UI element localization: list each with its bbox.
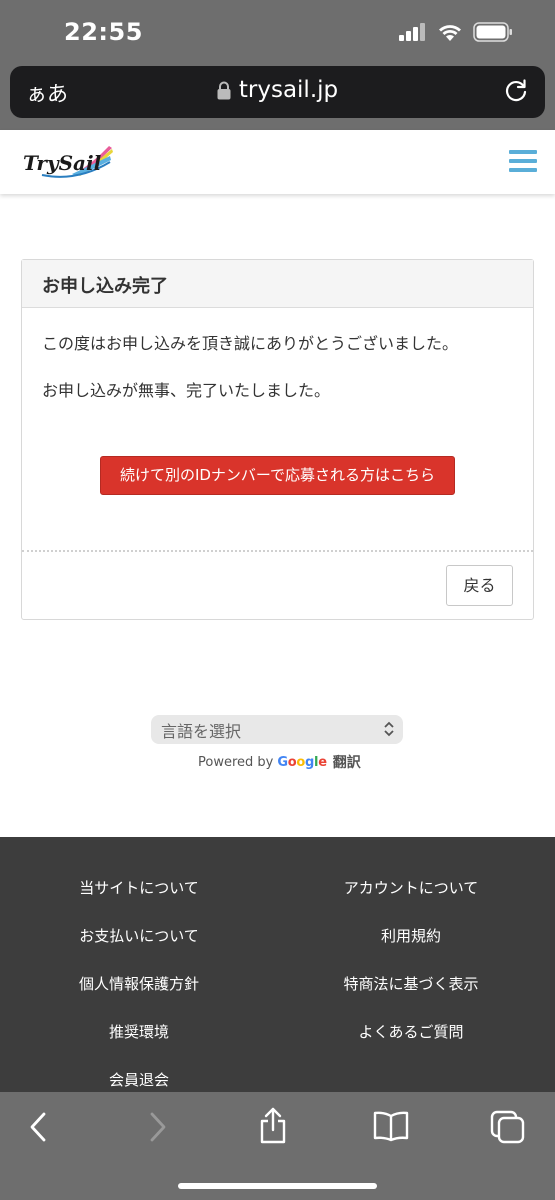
url-address[interactable]: trysail.jp (10, 77, 545, 103)
completion-message: お申し込みが無事、完了いたしました。 (42, 381, 331, 400)
thank-you-message: この度はお申し込みを頂き誠にありがとうございました。 (42, 334, 459, 353)
footer-link-payment[interactable]: お支払いについて (0, 925, 278, 946)
apply-another-id-button[interactable]: 続けて別のIDナンバーで応募される方はこちら (100, 456, 455, 495)
footer-link-environment[interactable]: 推奨環境 (0, 1021, 278, 1042)
tabs-icon[interactable] (490, 1110, 526, 1144)
footer-link-commercial-law[interactable]: 特商法に基づく表示 (272, 973, 550, 994)
forward-icon[interactable] (146, 1110, 170, 1144)
powered-by-label: Powered by (198, 754, 274, 770)
panel-heading: お申し込み完了 (22, 260, 533, 308)
lock-icon (217, 81, 231, 100)
footer-link-withdraw[interactable]: 会員退会 (0, 1069, 278, 1090)
back-icon[interactable] (26, 1110, 50, 1144)
hamburger-menu-icon[interactable] (509, 150, 537, 172)
cellular-signal-icon (399, 23, 425, 41)
battery-icon (473, 22, 512, 42)
footer-link-faq[interactable]: よくあるご質問 (272, 1021, 550, 1042)
completion-panel: お申し込み完了 この度はお申し込みを頂き誠にありがとうございました。 お申し込み… (21, 259, 534, 620)
google-logo-text[interactable]: Google (277, 755, 327, 770)
status-time: 22:55 (64, 18, 143, 46)
site-header: TrySail (0, 130, 555, 194)
footer-link-account[interactable]: アカウントについて (272, 877, 550, 898)
trysail-logo[interactable]: TrySail (22, 144, 114, 182)
language-select-value: 言語を選択 (161, 722, 242, 741)
translate-link[interactable]: 翻訳 (333, 752, 361, 772)
logo-icon: TrySail (23, 146, 113, 178)
footer-link-about-site[interactable]: 当サイトについて (0, 877, 278, 898)
powered-by-google: Powered by Google 翻訳 (198, 752, 361, 772)
status-icons (399, 22, 513, 42)
wifi-icon (439, 24, 461, 41)
site-footer: 当サイトについて アカウントについて お支払いについて 利用規約 個人情報保護方… (0, 837, 555, 1092)
select-arrows-icon (384, 721, 394, 737)
footer-link-privacy[interactable]: 個人情報保護方針 (0, 973, 278, 994)
panel-divider (22, 550, 533, 552)
back-button[interactable]: 戻る (446, 565, 513, 606)
logo-text: TrySail (23, 151, 102, 175)
url-bar[interactable]: ぁあ trysail.jp (10, 66, 545, 118)
reload-icon[interactable] (503, 78, 529, 104)
share-icon[interactable] (258, 1106, 288, 1144)
footer-link-terms[interactable]: 利用規約 (272, 925, 550, 946)
home-indicator (178, 1183, 377, 1189)
language-select[interactable]: 言語を選択 (151, 715, 403, 744)
browser-url-area: ぁあ trysail.jp (0, 66, 555, 130)
bookmarks-icon[interactable] (372, 1110, 410, 1142)
url-domain: trysail.jp (238, 77, 339, 103)
status-bar: 22:55 (0, 0, 555, 66)
